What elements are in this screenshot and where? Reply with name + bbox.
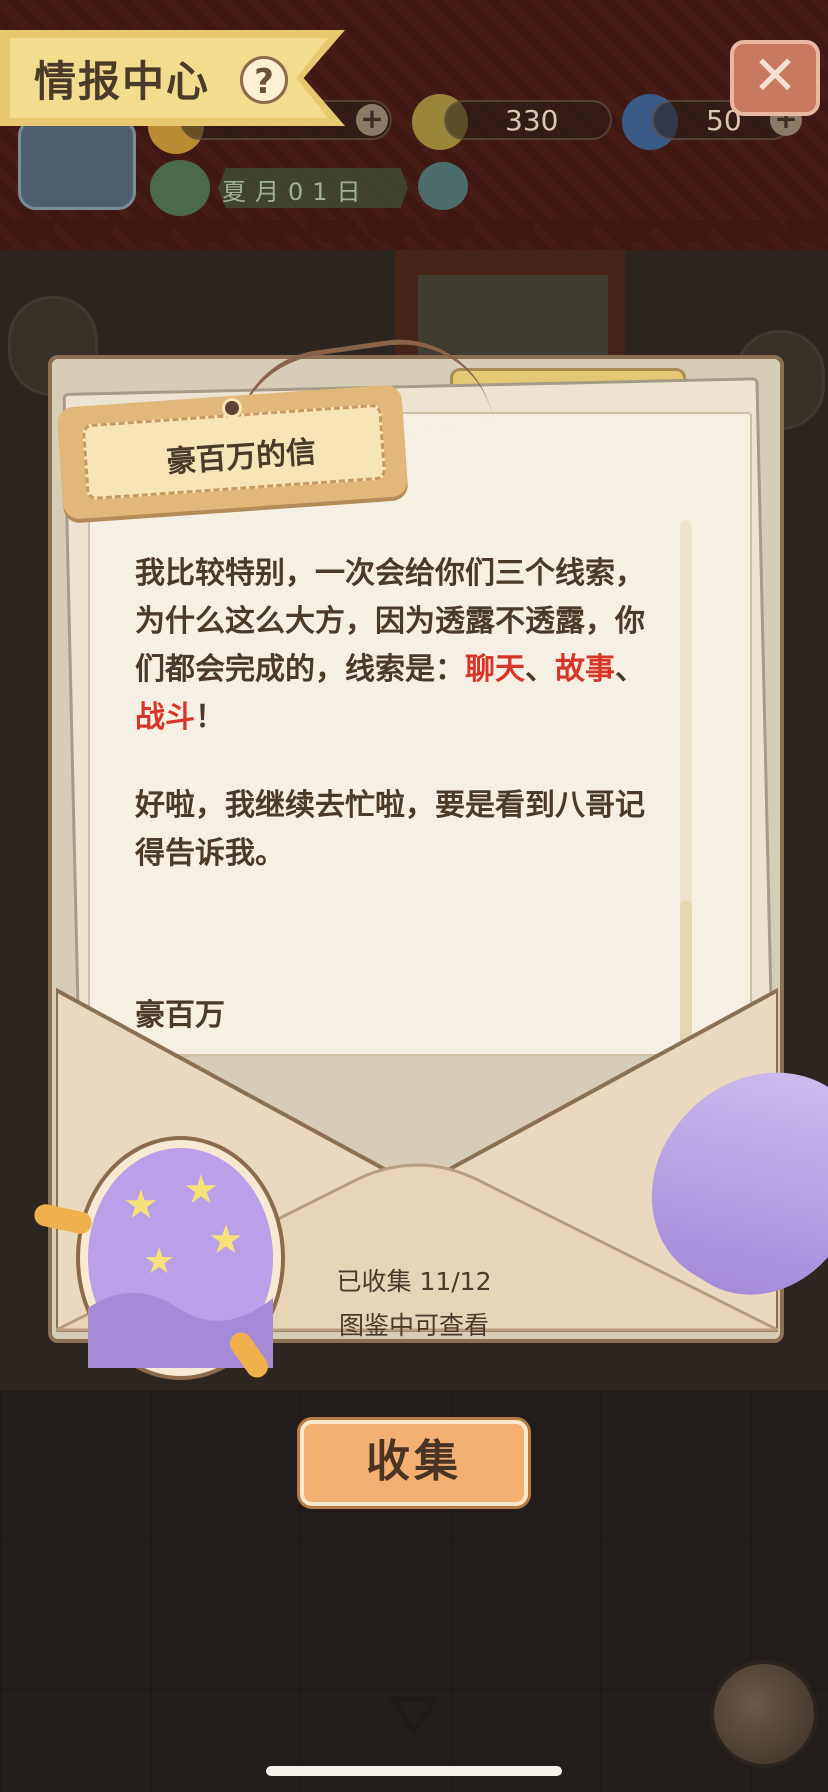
coin-add-button[interactable]: + [356,104,388,136]
home-indicator [266,1766,562,1776]
view-in-collection-hint: 图鉴中可查看 [338,1311,489,1340]
player-avatar[interactable] [18,118,136,210]
svg-text:★: ★ [123,1182,159,1228]
clue-keyword-battle: 战斗 [135,700,195,735]
clue-keyword-story: 故事 [555,652,615,687]
yarn-ball-icon[interactable] [710,1660,818,1768]
letter-paragraph-2: 好啦，我继续去忙啦，要是看到八哥记得告诉我。 [135,788,645,871]
clue-keyword-chat: 聊天 [465,652,525,687]
collected-count: 已收集 11/12 [336,1267,492,1296]
letter-body: 我比较特别，一次会给你们三个线索，为什么这么大方，因为透露不透露，你们都会完成的… [135,550,670,918]
separator: 、 [615,652,645,687]
separator: 、 [525,652,555,687]
svg-text:★: ★ [183,1167,219,1213]
season-icon [150,160,210,216]
expand-down-arrow-icon[interactable] [388,1695,440,1735]
svg-text:★: ★ [143,1241,175,1282]
close-button[interactable]: ✕ [730,40,820,116]
svg-text:★: ★ [208,1217,244,1263]
collect-button[interactable]: 收集 [300,1420,528,1506]
tag-hole [222,398,242,418]
clover-count: 330 [505,104,559,137]
letter-paragraph-1: 我比较特别，一次会给你们三个线索，为什么这么大方，因为透露不透露，你们都会完成的… [135,550,670,742]
rain-weather-icon [418,162,468,210]
letter-text-end: ！ [195,700,225,735]
date-text: 夏月01日 [222,178,370,206]
collection-progress: 已收集 11/12 图鉴中可查看 [314,1260,514,1348]
help-button[interactable]: ? [240,56,288,104]
page-title: 情报中心 [34,57,211,106]
